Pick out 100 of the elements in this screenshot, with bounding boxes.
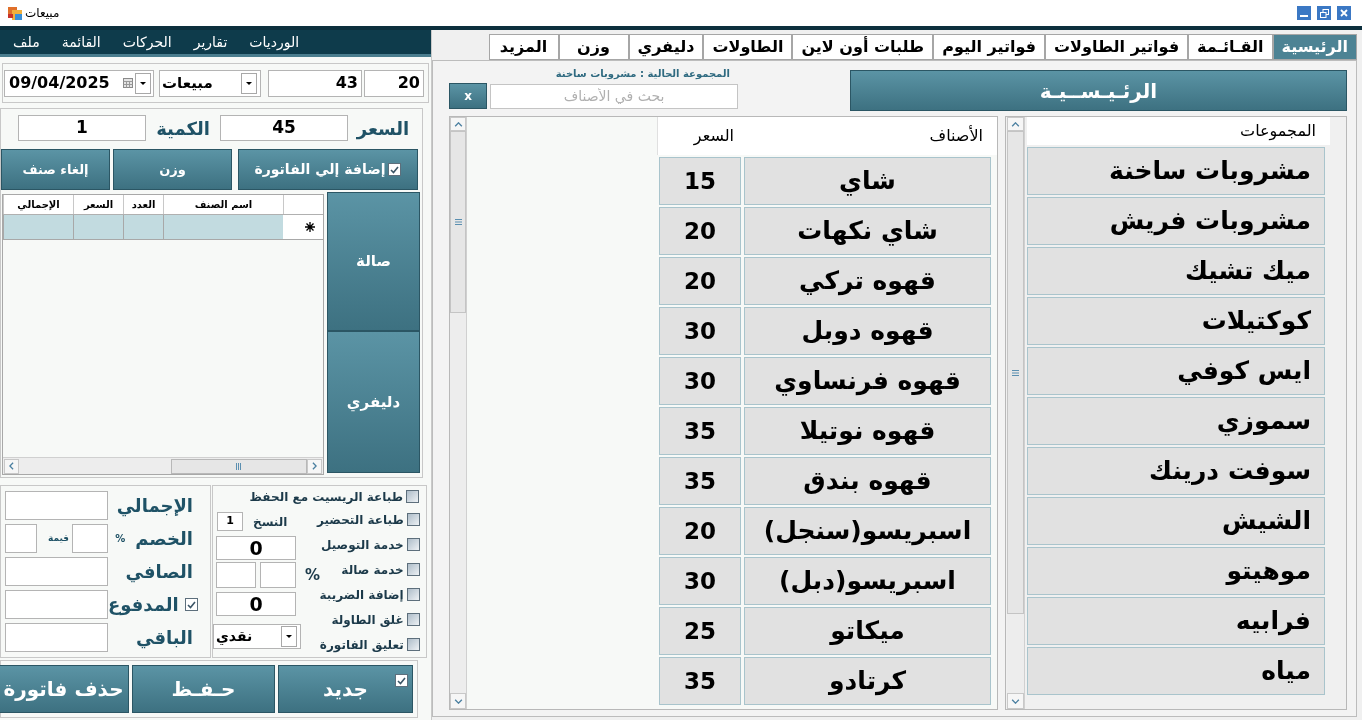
- column-header[interactable]: العدد: [123, 195, 163, 214]
- item-name-cell[interactable]: شاي نكهات: [744, 207, 991, 255]
- tab[interactable]: فواتير اليوم: [933, 34, 1046, 60]
- input-field[interactable]: [260, 562, 296, 588]
- group-button[interactable]: الشيش: [1027, 497, 1325, 545]
- input-field[interactable]: [5, 590, 108, 619]
- item-price-cell[interactable]: 35: [659, 407, 741, 455]
- group-button[interactable]: سموزي: [1027, 397, 1325, 445]
- menu-item[interactable]: تقارير: [188, 31, 233, 53]
- checkbox[interactable]: [406, 638, 420, 651]
- checkbox[interactable]: [406, 490, 419, 503]
- group-button[interactable]: مشروبات ساخنة: [1027, 147, 1325, 195]
- row-header[interactable]: [283, 215, 323, 239]
- group-button[interactable]: كوكتيلات: [1027, 297, 1325, 345]
- scroll-up-button[interactable]: [1007, 117, 1024, 131]
- column-header[interactable]: السعر: [73, 195, 123, 214]
- home-button[interactable]: الرئـيـســيـة: [850, 70, 1347, 111]
- action-button[interactable]: إضافة إلي الفاتورة: [238, 149, 418, 190]
- grid-cell[interactable]: [3, 215, 73, 239]
- tab[interactable]: القـائـمة: [1188, 34, 1273, 60]
- group-button[interactable]: ميك تشيك: [1027, 247, 1325, 295]
- input-field[interactable]: 43: [268, 69, 362, 97]
- input-field[interactable]: [5, 524, 37, 553]
- input-field[interactable]: 45: [220, 115, 348, 141]
- group-button[interactable]: مياه: [1027, 647, 1325, 695]
- menu-item[interactable]: ملف: [8, 31, 45, 53]
- menu-item[interactable]: القائمة: [56, 31, 106, 53]
- item-price-cell[interactable]: 35: [659, 457, 741, 505]
- input-field[interactable]: [216, 562, 256, 588]
- checkbox[interactable]: [184, 598, 198, 611]
- group-button[interactable]: موهيتو: [1027, 547, 1325, 595]
- tab[interactable]: المزيد: [488, 34, 559, 60]
- grid-cell[interactable]: [73, 215, 123, 239]
- item-name-cell[interactable]: كرتادو: [744, 657, 991, 705]
- checkbox[interactable]: [406, 563, 420, 576]
- column-header[interactable]: السعر: [657, 117, 743, 155]
- item-price-cell[interactable]: 30: [659, 557, 741, 605]
- item-name-cell[interactable]: قهوه فرنساوي: [744, 357, 991, 405]
- group-button[interactable]: ايس كوفي: [1027, 347, 1325, 395]
- checkbox[interactable]: [406, 613, 420, 626]
- tab[interactable]: الطاولات: [703, 34, 793, 60]
- item-name-cell[interactable]: قهوه دوبل: [744, 307, 991, 355]
- input-field[interactable]: 20: [364, 69, 424, 97]
- minimize-button[interactable]: [1297, 6, 1311, 20]
- action-button[interactable]: إلغاء صنف: [1, 149, 110, 190]
- order-type-button[interactable]: دليفري: [327, 331, 420, 473]
- item-name-cell[interactable]: قهوه نوتيلا: [744, 407, 991, 455]
- input-field[interactable]: 1: [18, 115, 146, 141]
- scrollbar-thumb[interactable]: [450, 131, 466, 313]
- scroll-left-button[interactable]: [4, 458, 19, 474]
- grid-cell[interactable]: [123, 215, 163, 239]
- grid-cell[interactable]: [163, 215, 283, 239]
- action-button[interactable]: حذف فاتورة: [0, 665, 129, 713]
- item-price-cell[interactable]: 15: [659, 157, 741, 205]
- checkbox[interactable]: [388, 163, 402, 176]
- item-price-cell[interactable]: 30: [659, 357, 741, 405]
- tab[interactable]: الرئيسية: [1272, 34, 1357, 60]
- date-picker[interactable]: 09/04/2025: [4, 69, 154, 97]
- item-name-cell[interactable]: اسبريسو(دبل): [744, 557, 991, 605]
- checkbox[interactable]: [406, 513, 420, 526]
- tab[interactable]: دليفري: [628, 34, 704, 60]
- item-price-cell[interactable]: 20: [659, 207, 741, 255]
- item-name-cell[interactable]: قهوه تركي: [744, 257, 991, 305]
- group-button[interactable]: فرابيه: [1027, 597, 1325, 645]
- scroll-down-button[interactable]: [450, 693, 466, 709]
- item-price-cell[interactable]: 35: [659, 657, 741, 705]
- scrollbar-thumb[interactable]: [1007, 131, 1024, 614]
- vertical-scrollbar[interactable]: [450, 117, 467, 709]
- tab[interactable]: وزن: [558, 34, 629, 60]
- item-price-cell[interactable]: 30: [659, 307, 741, 355]
- menu-item[interactable]: الحركات: [117, 31, 177, 53]
- checkbox[interactable]: [395, 674, 408, 687]
- item-name-cell[interactable]: شاي: [744, 157, 991, 205]
- search-field[interactable]: بحث في الأصناف: [490, 83, 738, 109]
- action-button[interactable]: وزن: [113, 149, 232, 190]
- input-field[interactable]: [5, 557, 108, 586]
- item-price-cell[interactable]: 20: [659, 507, 741, 555]
- close-button[interactable]: [1337, 6, 1351, 20]
- item-name-cell[interactable]: قهوه بندق: [744, 457, 991, 505]
- tab[interactable]: فواتير الطاولات: [1045, 34, 1189, 60]
- input-field[interactable]: [5, 491, 108, 520]
- clear-search-button[interactable]: x: [449, 83, 487, 109]
- group-button[interactable]: سوفت درينك: [1027, 447, 1325, 495]
- menu-item[interactable]: الورديات: [244, 31, 305, 53]
- group-button[interactable]: مشروبات فريش: [1027, 197, 1325, 245]
- checkbox[interactable]: [406, 588, 420, 601]
- item-name-cell[interactable]: اسبريسو(سنجل): [744, 507, 991, 555]
- column-header[interactable]: الأصناف: [743, 117, 997, 155]
- item-price-cell[interactable]: 20: [659, 257, 741, 305]
- scroll-up-button[interactable]: [450, 117, 466, 131]
- input-field[interactable]: [5, 623, 108, 652]
- action-button[interactable]: جديد: [278, 665, 413, 713]
- input-field[interactable]: 1: [217, 512, 243, 531]
- action-button[interactable]: حـفـظ: [132, 665, 275, 713]
- dropdown[interactable]: نقدي: [213, 624, 301, 649]
- horizontal-scrollbar[interactable]: [3, 457, 323, 474]
- order-type-button[interactable]: صالة: [327, 192, 420, 331]
- scrollbar-thumb[interactable]: [171, 458, 307, 474]
- scroll-down-button[interactable]: [1007, 693, 1024, 709]
- item-name-cell[interactable]: ميكاتو: [744, 607, 991, 655]
